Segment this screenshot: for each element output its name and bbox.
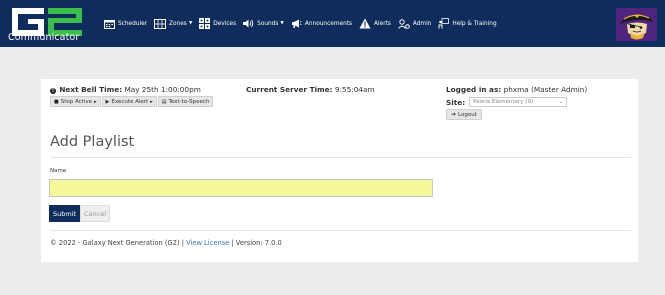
text-to-speech-label: Text-to-Speech [168,98,210,105]
name-field[interactable] [49,179,433,197]
exclamation-circle-icon: ! [50,88,56,94]
logo-subtitle: Communicator [8,32,80,43]
nav-devices-label: Devices [213,20,237,27]
version-text: | Version: 7.0.0 [229,239,282,247]
chevron-down-icon: ▼ [188,21,193,26]
nav-alerts[interactable]: Alerts [359,18,391,29]
stop-icon: ■ [54,98,59,105]
megaphone-icon [291,19,302,28]
site-select-value: Peoria Elementary (9) [473,99,534,105]
users-cog-icon [397,18,410,29]
school-mascot-logo [616,8,657,41]
nav-scheduler-label: Scheduler [118,20,148,27]
current-server-time: Current Server Time: 9:55:04am [246,85,375,94]
footer: © 2022 - Galaxy Next Generation (G2) | V… [50,239,282,247]
top-navbar: Communicator Scheduler Zones ▼ Devices S… [0,0,665,47]
help-person-icon [438,18,450,29]
g2-logo[interactable]: Communicator [8,6,118,46]
warning-icon [359,18,371,29]
submit-button[interactable]: Submit [49,205,80,222]
chevron-down-icon: ⌄ [558,99,564,105]
nav-help-label: Help & Training [452,20,497,27]
nav-admin[interactable]: Admin [397,18,432,29]
server-time-value: 9:55:04am [334,85,375,94]
devices-icon [199,18,211,29]
text-to-speech-button[interactable]: ▤ Text-to-Speech [157,96,214,107]
cancel-button[interactable]: Cancel [80,205,110,222]
main-nav: Scheduler Zones ▼ Devices Sounds ▼ Annou… [104,0,504,47]
quick-action-buttons: ■ Stop Active ▸ ▶ Execute Alert ▸ ▤ Text… [50,96,214,107]
sign-out-icon: ➜ [451,111,457,118]
caret-right-icon: ▸ [94,98,97,105]
nav-sounds[interactable]: Sounds ▼ [243,19,284,28]
nav-alerts-label: Alerts [374,20,391,27]
next-bell-value: May 25th 1:00:00pm [124,85,201,94]
site-selector-row: Site: Peoria Elementary (9) ⌄ [446,97,568,107]
site-label: Site: [446,97,466,107]
nav-devices[interactable]: Devices [199,18,236,29]
server-time-label: Current Server Time: [246,85,333,94]
chevron-down-icon: ▼ [280,21,284,26]
speaker-icon [243,19,254,28]
nav-sounds-label: Sounds [257,20,279,27]
calendar-icon [104,19,115,29]
name-field-label: Name [50,168,67,174]
nav-scheduler[interactable]: Scheduler [104,19,147,29]
caret-right-icon: ▸ [150,98,153,105]
execute-alert-button[interactable]: ▶ Execute Alert ▸ [101,96,157,107]
logout-label: Logout [458,111,477,118]
main-card: ! Next Bell Time: May 25th 1:00:00pm ■ S… [41,79,638,262]
keyboard-icon: ▤ [161,98,167,105]
execute-alert-label: Execute Alert [111,98,149,105]
logged-in-as: Logged in as: phxma (Master Admin) [446,85,587,94]
site-select[interactable]: Peoria Elementary (9) ⌄ [469,97,568,107]
pirate-mascot-icon [616,8,657,41]
play-icon: ▶ [105,98,110,105]
logged-in-label: Logged in as: [446,85,502,94]
stop-active-button[interactable]: ■ Stop Active ▸ [50,96,101,107]
divider [50,157,631,158]
grid-icon [154,18,167,29]
stop-active-label: Stop Active [60,98,92,105]
logout-button[interactable]: ➜ Logout [446,109,482,120]
nav-announcements-label: Announcements [304,20,353,27]
copyright-text: © 2022 - Galaxy Next Generation (G2) | [50,239,187,247]
nav-zones-label: Zones [169,20,187,27]
nav-zones[interactable]: Zones ▼ [154,18,193,29]
view-license-link[interactable]: View License [186,239,229,247]
next-bell-label: Next Bell Time: [59,85,123,94]
divider [50,230,631,231]
logged-in-value: phxma (Master Admin) [503,85,588,94]
page-title: Add Playlist [50,134,135,150]
nav-admin-label: Admin [412,20,432,27]
next-bell-time: ! Next Bell Time: May 25th 1:00:00pm [50,85,201,94]
nav-help-training[interactable]: Help & Training [438,18,497,29]
nav-announcements[interactable]: Announcements [291,19,352,28]
